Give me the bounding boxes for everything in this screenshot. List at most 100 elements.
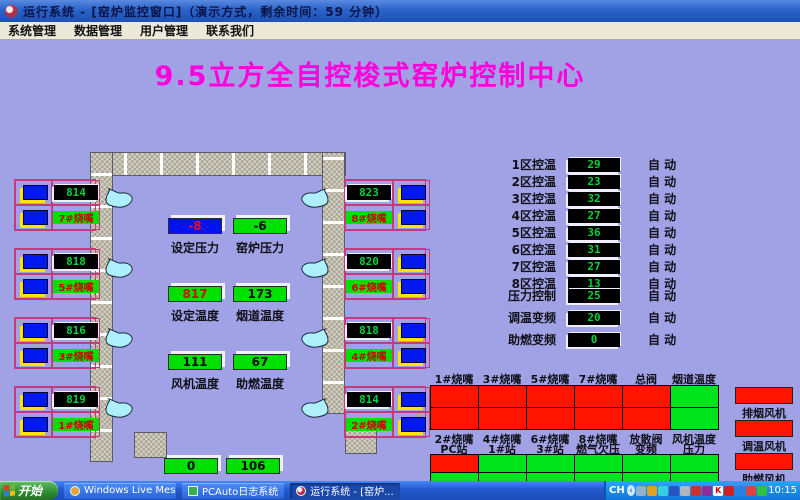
shield-icon[interactable] — [724, 486, 734, 496]
start-label: 开始 — [18, 482, 42, 499]
flame-icon — [104, 188, 134, 210]
burner-unit: 8191#烧嘴 — [14, 386, 96, 438]
app-tray-icon[interactable] — [702, 486, 712, 496]
system-tray: CH ‹ K 10:15 — [604, 481, 800, 500]
windows-flag-icon — [4, 484, 15, 496]
aux-mode-toggle[interactable]: 自 动 — [648, 287, 676, 304]
zone-value-display[interactable]: 27 — [568, 209, 620, 223]
taskbar-task[interactable]: PCAuto日志系统 — [182, 483, 284, 499]
zone-label: 1区控温 — [494, 156, 556, 173]
monitor-icon[interactable] — [636, 486, 646, 496]
task-icon — [188, 486, 198, 496]
indicator-lamp — [23, 417, 48, 432]
task-label: Windows Live Mes... — [84, 485, 176, 496]
status-cell-red — [575, 408, 622, 429]
menu-item-2[interactable]: 数据管理 — [74, 22, 122, 39]
aux-control-panel: 压力控制25自 动调温变频20自 动助燃变频0自 动 — [494, 287, 704, 353]
updater-icon[interactable] — [746, 486, 756, 496]
set-temp-label: 设定温度 — [163, 307, 227, 324]
menu-item-3[interactable]: 用户管理 — [140, 22, 188, 39]
kiln-door-block-left — [134, 432, 167, 458]
burner-unit: 8206#烧嘴 — [344, 248, 426, 300]
burner-label: 6#烧嘴 — [346, 280, 392, 293]
zone-mode-toggle[interactable]: 自 动 — [648, 207, 676, 224]
status-cell-red — [479, 408, 526, 429]
burner-unit: 8142#烧嘴 — [344, 386, 426, 438]
status-cell-green — [623, 455, 670, 472]
zone-row: 3区控温32自 动 — [494, 190, 704, 207]
aux-mode-toggle[interactable]: 自 动 — [648, 331, 676, 348]
users-icon[interactable] — [680, 486, 690, 496]
k-antivirus-icon[interactable]: K — [713, 486, 723, 496]
zone-label: 6区控温 — [494, 241, 556, 258]
kiln-wall-top — [90, 152, 346, 176]
menu-item-4[interactable]: 联系我们 — [206, 22, 254, 39]
start-button[interactable]: 开始 — [0, 481, 58, 500]
indicator-lamp — [23, 323, 48, 338]
burner-temp-display: 818 — [347, 323, 391, 338]
zone-mode-toggle[interactable]: 自 动 — [648, 173, 676, 190]
zone-value-display[interactable]: 27 — [568, 260, 620, 274]
fan-temp-label: 风机温度 — [163, 375, 227, 392]
flame-icon — [104, 258, 134, 280]
indicator-lamp — [23, 254, 48, 269]
aux-value-display[interactable]: 25 — [568, 289, 620, 303]
set-pressure-display[interactable]: -8 — [168, 218, 222, 234]
aux-value-display[interactable]: 20 — [568, 311, 620, 325]
flame-icon — [300, 258, 330, 280]
zone-mode-toggle[interactable]: 自 动 — [648, 241, 676, 258]
zone-value-display[interactable]: 31 — [568, 243, 620, 257]
zone-value-display[interactable]: 36 — [568, 226, 620, 240]
zone-value-display[interactable]: 29 — [568, 158, 620, 172]
flame-icon — [300, 328, 330, 350]
network-icon[interactable] — [669, 486, 679, 496]
zone-row: 7区控温 27 自 动 — [494, 258, 704, 275]
indicator-lamp — [23, 392, 48, 407]
fan-temp-display: 111 — [168, 354, 222, 370]
flue-temp-label: 烟道温度 — [228, 307, 292, 324]
aux-value-display[interactable]: 0 — [568, 333, 620, 347]
task-label: 运行系统 - [窑炉... — [310, 483, 393, 498]
indicator-lamp — [401, 279, 426, 294]
burner-temp-display: 818 — [54, 254, 98, 269]
status-cell-red — [527, 408, 574, 429]
diamond-icon[interactable] — [658, 486, 668, 496]
language-indicator[interactable]: CH — [609, 485, 625, 496]
taskbar-task[interactable]: 运行系统 - [窑炉... — [290, 483, 399, 499]
zone-mode-toggle[interactable]: 自 动 — [648, 190, 676, 207]
zone-row: 4区控温27自 动 — [494, 207, 704, 224]
exhaust-fan-indicator — [735, 387, 793, 404]
burner-label: 5#烧嘴 — [53, 280, 99, 293]
aux-mode-toggle[interactable]: 自 动 — [648, 309, 676, 326]
temper-fan-indicator — [735, 420, 793, 437]
task-label: PCAuto日志系统 — [202, 483, 278, 498]
kiln-pressure-label: 窑炉压力 — [228, 239, 292, 256]
zone-mode-toggle[interactable]: 自 动 — [648, 258, 676, 275]
menu-item-1[interactable]: 系统管理 — [8, 22, 56, 39]
zone-mode-toggle[interactable]: 自 动 — [648, 224, 676, 241]
burner-temp-display: 819 — [54, 392, 98, 407]
status-cell-green — [575, 455, 622, 472]
zone-value-display[interactable]: 23 — [568, 175, 620, 189]
green-circle-icon[interactable] — [757, 486, 767, 496]
comb-temp-label: 助燃温度 — [228, 375, 292, 392]
flame-icon — [300, 188, 330, 210]
window-title: 运行系统 - [窑炉监控窗口]（演示方式，剩余时间：59 分钟） — [23, 3, 388, 20]
clock[interactable]: 10:15 — [768, 485, 797, 496]
color-wheel-icon[interactable] — [647, 486, 657, 496]
chevron-left-icon[interactable]: ‹ — [627, 485, 635, 496]
zone-label: 7区控温 — [494, 258, 556, 275]
alert-icon[interactable] — [691, 486, 701, 496]
client-area: 9.5立方全自控梭式窑炉控制中心 -8 -6 设定压力 窑炉压力 817 173… — [0, 40, 800, 481]
zone-row: 2区控温23自 动 — [494, 173, 704, 190]
zone-value-display[interactable]: 32 — [568, 192, 620, 206]
status-cell-green — [479, 455, 526, 472]
taskbar-task[interactable]: Windows Live Mes... — [64, 483, 176, 499]
status-cell-green — [671, 408, 718, 429]
ball-icon[interactable] — [735, 486, 745, 496]
set-temp-display[interactable]: 817 — [168, 286, 222, 302]
burner-unit: 818 5#烧嘴 — [14, 248, 96, 300]
window-titlebar[interactable]: 运行系统 - [窑炉监控窗口]（演示方式，剩余时间：59 分钟） — [0, 0, 800, 22]
status-cell-red — [431, 386, 478, 407]
zone-mode-toggle[interactable]: 自 动 — [648, 156, 676, 173]
